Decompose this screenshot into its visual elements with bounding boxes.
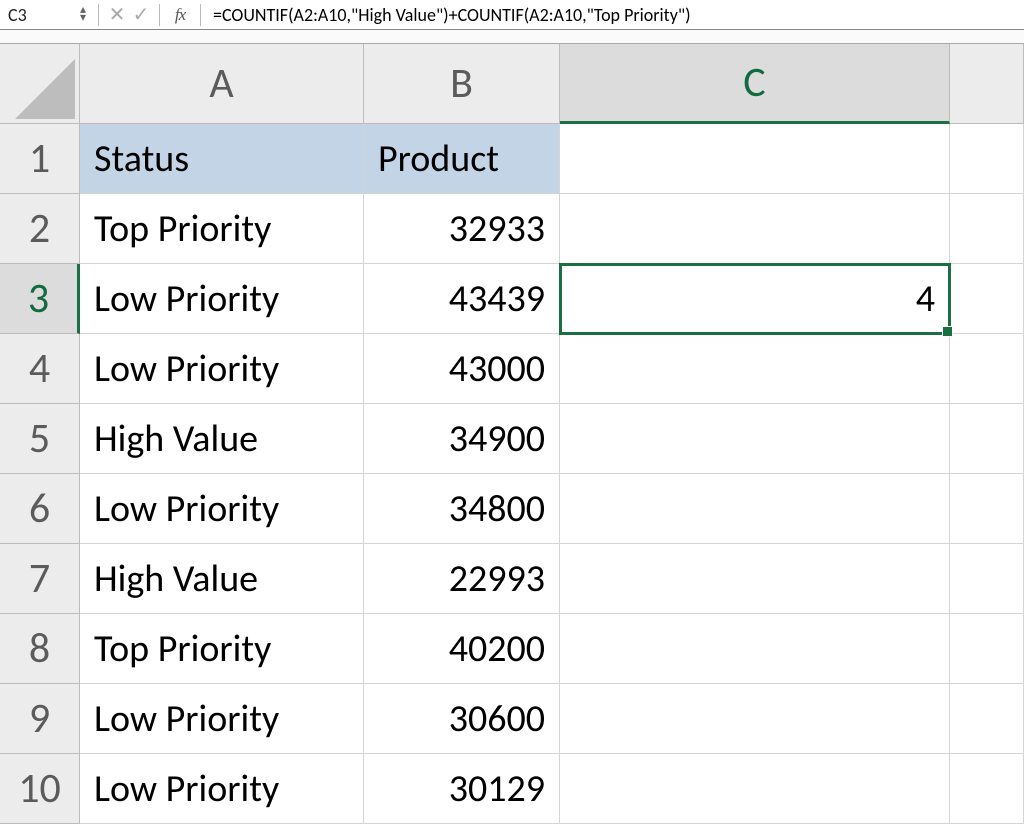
cell-D10[interactable]	[950, 754, 1024, 824]
cell-D7[interactable]	[950, 544, 1024, 614]
cell-C1[interactable]	[560, 124, 950, 194]
cell-B4[interactable]: 43000	[364, 334, 560, 404]
cell-D1[interactable]	[950, 124, 1024, 194]
separator	[200, 4, 201, 26]
formula-input[interactable]	[207, 0, 1024, 29]
col-header-A[interactable]: A	[80, 44, 364, 124]
formula-bar: C3 ▴ ▾ ✕ ✓ fx	[0, 0, 1024, 30]
name-box[interactable]: C3 ▴ ▾	[2, 0, 92, 29]
cell-B7[interactable]: 22993	[364, 544, 560, 614]
cell-D4[interactable]	[950, 334, 1024, 404]
select-all-corner[interactable]	[0, 44, 80, 124]
cell-A9[interactable]: Low Priority	[80, 684, 364, 754]
cell-A3[interactable]: Low Priority	[80, 264, 364, 334]
cell-C2[interactable]	[560, 194, 950, 264]
cell-D2[interactable]	[950, 194, 1024, 264]
cell-B6[interactable]: 34800	[364, 474, 560, 544]
fx-icon[interactable]: fx	[166, 5, 194, 25]
cell-A1[interactable]: Status	[80, 124, 364, 194]
cell-A2[interactable]: Top Priority	[80, 194, 364, 264]
cell-A5[interactable]: High Value	[80, 404, 364, 474]
name-box-stepper[interactable]: ▴ ▾	[78, 7, 92, 23]
cell-D5[interactable]	[950, 404, 1024, 474]
row-header-7[interactable]: 7	[0, 544, 80, 614]
col-header-C[interactable]: C	[560, 44, 950, 124]
cell-D8[interactable]	[950, 614, 1024, 684]
cell-C4[interactable]	[560, 334, 950, 404]
col-header-D[interactable]	[950, 44, 1024, 124]
cell-B8[interactable]: 40200	[364, 614, 560, 684]
cell-B5[interactable]: 34900	[364, 404, 560, 474]
cell-A7[interactable]: High Value	[80, 544, 364, 614]
cell-A6[interactable]: Low Priority	[80, 474, 364, 544]
cell-B2[interactable]: 32933	[364, 194, 560, 264]
row-header-4[interactable]: 4	[0, 334, 80, 404]
cell-B9[interactable]: 30600	[364, 684, 560, 754]
cell-C8[interactable]	[560, 614, 950, 684]
row-header-5[interactable]: 5	[0, 404, 80, 474]
cell-B3[interactable]: 43439	[364, 264, 560, 334]
cell-B1[interactable]: Product	[364, 124, 560, 194]
ribbon-gap	[0, 30, 1024, 44]
row-header-10[interactable]: 10	[0, 754, 80, 824]
row-header-1[interactable]: 1	[0, 124, 80, 194]
cell-A8[interactable]: Top Priority	[80, 614, 364, 684]
row-header-6[interactable]: 6	[0, 474, 80, 544]
cell-C10[interactable]	[560, 754, 950, 824]
separator	[159, 4, 160, 26]
spreadsheet-grid: A B C 1 Status Product 2 Top Priority 32…	[0, 44, 1024, 824]
cell-A4[interactable]: Low Priority	[80, 334, 364, 404]
cell-B10[interactable]: 30129	[364, 754, 560, 824]
row-header-2[interactable]: 2	[0, 194, 80, 264]
cancel-icon[interactable]: ✕	[105, 2, 129, 27]
separator	[98, 4, 99, 26]
row-header-8[interactable]: 8	[0, 614, 80, 684]
cell-C7[interactable]	[560, 544, 950, 614]
row-header-9[interactable]: 9	[0, 684, 80, 754]
cell-C9[interactable]	[560, 684, 950, 754]
cell-D3[interactable]	[950, 264, 1024, 334]
stepper-down-icon[interactable]: ▾	[80, 15, 86, 23]
confirm-icon[interactable]: ✓	[129, 2, 153, 27]
cell-D6[interactable]	[950, 474, 1024, 544]
cell-C3[interactable]: 4	[560, 264, 950, 334]
name-box-text: C3	[8, 4, 78, 26]
col-header-B[interactable]: B	[364, 44, 560, 124]
cell-C6[interactable]	[560, 474, 950, 544]
cell-D9[interactable]	[950, 684, 1024, 754]
row-header-3[interactable]: 3	[0, 264, 80, 334]
cell-C5[interactable]	[560, 404, 950, 474]
cell-A10[interactable]: Low Priority	[80, 754, 364, 824]
